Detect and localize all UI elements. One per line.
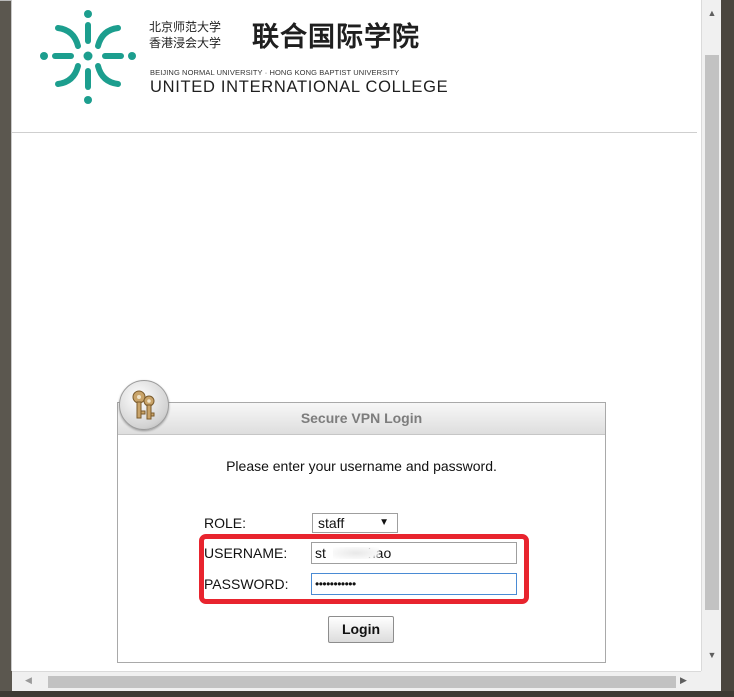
dropdown-arrow-icon: ▼ [379, 517, 389, 528]
scroll-left-arrow-icon[interactable]: ◀ [25, 675, 32, 686]
vertical-scroll-thumb[interactable] [705, 55, 719, 610]
college-header: 北京师范大学 香港浸会大学 联合国际学院 BEIJING NORMAL UNIV… [12, 0, 697, 133]
cn-name-bnu: 北京师范大学 [149, 20, 222, 34]
login-button[interactable]: Login [328, 616, 394, 643]
scroll-down-arrow-icon[interactable]: ▼ [702, 650, 722, 660]
credentials-highlight-box [199, 534, 529, 604]
vpn-login-panel: Secure VPN Login Please enter your usern… [117, 402, 606, 663]
scroll-right-arrow-icon[interactable]: ▶ [680, 675, 687, 686]
login-title: Secure VPN Login [300, 410, 423, 426]
scrollbar-corner [701, 671, 721, 691]
cn-college-name: 联合国际学院 [252, 22, 420, 52]
college-logo-icon [40, 10, 136, 104]
cn-name-hkbu: 香港浸会大学 [149, 36, 222, 50]
browser-viewport: 北京师范大学 香港浸会大学 联合国际学院 BEIJING NORMAL UNIV… [12, 0, 701, 671]
background-edge-right [721, 0, 734, 697]
role-select-value: staff [318, 515, 345, 531]
horizontal-scrollbar[interactable]: ◀ ▶ [12, 671, 701, 691]
login-instructions: Please enter your username and password. [226, 458, 497, 474]
horizontal-scroll-thumb[interactable] [48, 676, 676, 688]
role-select[interactable]: staff ▼ [312, 513, 398, 533]
cn-university-names: 北京师范大学 香港浸会大学 [149, 19, 221, 51]
en-university-names: BEIJING NORMAL UNIVERSITY · HONG KONG BA… [150, 68, 400, 77]
role-label: ROLE: [204, 515, 247, 531]
login-panel-header: Secure VPN Login [118, 403, 605, 435]
scroll-up-arrow-icon[interactable]: ▲ [702, 8, 722, 18]
keys-icon [119, 380, 169, 430]
background-edge-bottom [0, 691, 734, 697]
en-college-name: UNITED INTERNATIONAL COLLEGE [150, 78, 449, 96]
vertical-scrollbar[interactable]: ▲ ▼ [701, 0, 721, 671]
